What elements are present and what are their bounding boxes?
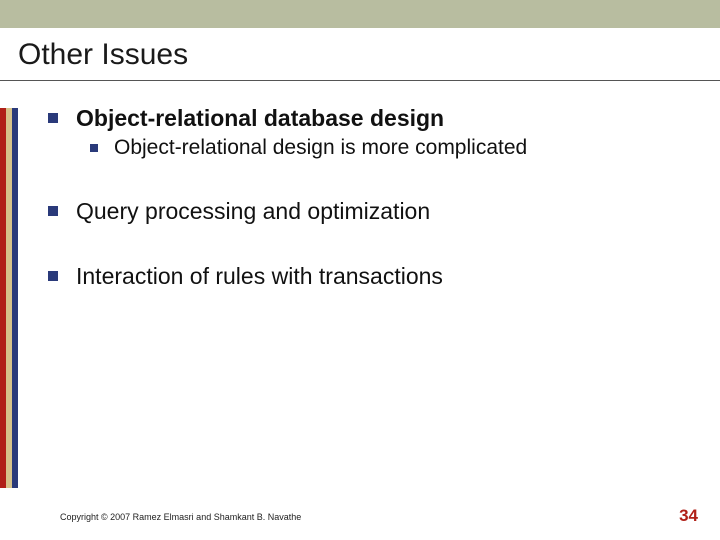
list-item: Interaction of rules with transactions	[48, 263, 690, 290]
content-area: Object-relational database design Object…	[0, 81, 720, 290]
bullet-text: Query processing and optimization	[76, 198, 430, 225]
list-item: Query processing and optimization	[48, 198, 690, 225]
slide-title: Other Issues	[18, 38, 702, 72]
bullet-text: Object-relational design is more complic…	[114, 136, 527, 160]
square-bullet-icon	[48, 113, 58, 123]
square-bullet-icon	[90, 144, 98, 152]
square-bullet-icon	[48, 271, 58, 281]
page-number: 34	[679, 506, 698, 526]
square-bullet-icon	[48, 206, 58, 216]
list-item: Object-relational database design	[48, 105, 690, 132]
title-area: Other Issues	[0, 28, 720, 81]
accent-bar	[0, 108, 18, 488]
copyright-text: Copyright © 2007 Ramez Elmasri and Shamk…	[60, 512, 301, 522]
accent-blue	[12, 108, 18, 488]
list-item: Object-relational design is more complic…	[48, 136, 690, 160]
bullet-text: Interaction of rules with transactions	[76, 263, 443, 290]
top-band	[0, 0, 720, 28]
bullet-text: Object-relational database design	[76, 105, 444, 132]
